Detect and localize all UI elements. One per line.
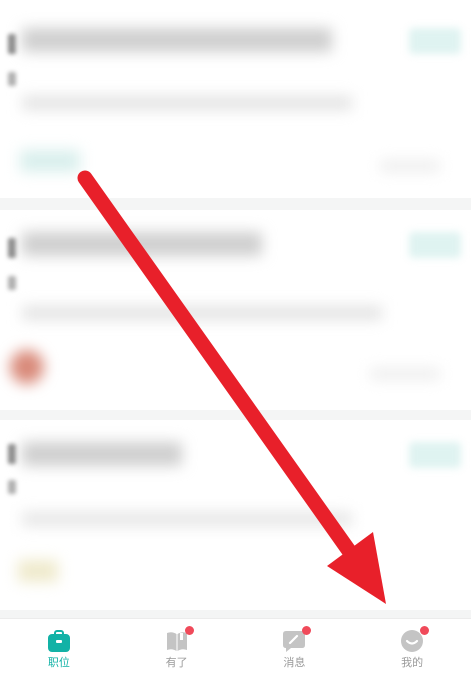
tab-profile[interactable]: 我的	[353, 619, 471, 673]
company-logo-placeholder	[10, 350, 44, 384]
tab-label: 我的	[401, 656, 424, 669]
company-meta-placeholder	[380, 160, 440, 172]
book-icon	[165, 626, 194, 653]
job-card-edge	[8, 276, 16, 290]
notification-badge	[302, 626, 312, 635]
tab-label: 有了	[165, 656, 188, 669]
job-card-edge	[8, 72, 16, 86]
notification-badge	[420, 626, 430, 635]
tab-youle[interactable]: 有了	[118, 619, 236, 673]
job-title-placeholder	[22, 232, 262, 256]
salary-placeholder	[409, 442, 461, 468]
tab-label: 消息	[283, 656, 306, 669]
job-title-placeholder	[22, 442, 182, 466]
job-title-placeholder	[22, 28, 332, 52]
job-card-edge	[8, 480, 16, 494]
job-meta-placeholder	[22, 512, 352, 526]
job-card-edge	[8, 34, 16, 54]
job-feed[interactable]	[0, 0, 471, 618]
company-placeholder	[18, 560, 58, 582]
job-card[interactable]	[0, 420, 471, 610]
bottom-tab-bar: 职位 有了 消息 我的	[0, 618, 471, 673]
salary-placeholder	[409, 28, 461, 54]
tab-messages[interactable]: 消息	[236, 619, 354, 673]
job-meta-placeholder	[22, 306, 382, 320]
company-meta-placeholder	[370, 368, 440, 380]
briefcase-icon	[47, 629, 71, 653]
tab-jobs[interactable]: 职位	[0, 619, 118, 673]
tab-label: 职位	[47, 656, 70, 669]
company-placeholder	[20, 150, 80, 172]
job-card-edge	[8, 238, 16, 258]
notification-badge	[184, 626, 194, 635]
job-meta-placeholder	[22, 96, 352, 110]
job-card-edge	[8, 444, 16, 464]
job-card[interactable]	[0, 210, 471, 410]
chat-icon	[282, 626, 312, 653]
job-card[interactable]	[0, 0, 471, 198]
salary-placeholder	[409, 232, 461, 258]
profile-icon	[400, 626, 430, 653]
